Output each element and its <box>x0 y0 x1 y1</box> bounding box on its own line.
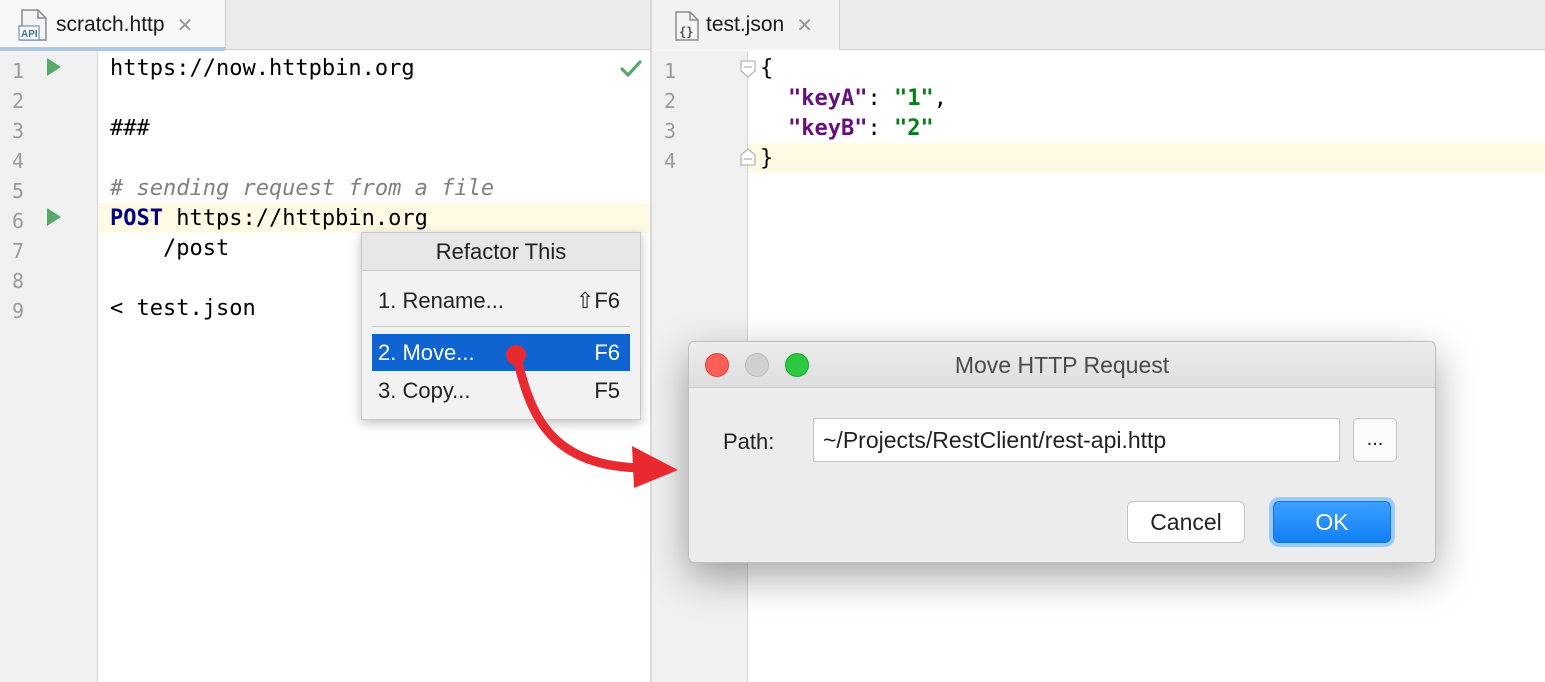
line-number: 7 <box>12 239 25 263</box>
move-http-request-dialog: Move HTTP Request Path: ... Cancel OK <box>688 341 1436 563</box>
dialog-titlebar[interactable]: Move HTTP Request <box>689 342 1435 388</box>
json-brace: { <box>760 56 774 81</box>
json-entry: "keyB": "2" <box>788 116 934 141</box>
json-trail: , <box>933 86 947 111</box>
svg-text:{}: {} <box>679 25 693 39</box>
code-comment: # sending request from a file <box>110 176 495 201</box>
tab-test-json[interactable]: {} test.json ✕ <box>652 0 840 50</box>
code-line: ### <box>110 116 150 141</box>
line-number: 3 <box>664 119 677 143</box>
browse-button[interactable]: ... <box>1353 418 1397 462</box>
menu-separator <box>372 326 630 327</box>
ok-button[interactable]: OK <box>1273 501 1391 543</box>
left-gutter <box>0 51 98 682</box>
current-line-highlight <box>652 143 1545 173</box>
menu-item-label: 2. Move... <box>378 339 475 365</box>
json-value: "1" <box>893 86 934 111</box>
right-tab-bar: {} test.json ✕ <box>652 0 1545 50</box>
line-number: 6 <box>12 209 25 233</box>
line-number: 3 <box>12 119 25 143</box>
close-tab-icon[interactable]: ✕ <box>177 13 194 38</box>
close-tab-icon[interactable]: ✕ <box>796 13 813 38</box>
code-line: https://now.httpbin.org <box>110 56 415 81</box>
left-tab-bar: API scratch.http ✕ <box>0 0 650 51</box>
menu-item-rename[interactable]: 1. Rename... ⇧F6 <box>372 282 630 319</box>
path-input[interactable] <box>813 418 1340 462</box>
run-gutter-icon[interactable] <box>47 208 61 226</box>
line-number: 4 <box>12 149 25 173</box>
code-line: POST https://httpbin.org <box>110 206 428 231</box>
fold-icon[interactable] <box>739 59 757 79</box>
request-url: https://httpbin.org <box>162 206 428 231</box>
json-value: "2" <box>893 116 934 141</box>
line-number: 4 <box>664 149 677 173</box>
line-number: 1 <box>664 59 677 83</box>
json-key: "keyB" <box>788 116 868 141</box>
menu-item-label: 3. Copy... <box>378 377 471 403</box>
json-file-icon: {} <box>675 11 699 41</box>
cancel-button[interactable]: Cancel <box>1127 501 1245 543</box>
http-file-icon: API <box>18 9 47 41</box>
dialog-title: Move HTTP Request <box>954 352 1170 378</box>
path-label: Path: <box>723 429 775 454</box>
tab-label: test.json <box>706 13 785 36</box>
line-number: 1 <box>12 59 25 83</box>
json-entry: "keyA": "1", <box>788 86 947 111</box>
json-brace: } <box>760 146 774 171</box>
run-gutter-icon[interactable] <box>47 58 61 76</box>
red-curved-arrow <box>506 345 678 488</box>
fold-icon[interactable] <box>739 147 757 167</box>
line-number: 8 <box>12 269 25 293</box>
http-method: POST <box>110 206 163 231</box>
code-line: < test.json <box>110 296 256 321</box>
json-key: "keyA" <box>788 86 868 111</box>
line-number: 2 <box>12 89 25 113</box>
line-number: 5 <box>12 179 25 203</box>
tab-scratch-http[interactable]: API scratch.http ✕ <box>0 0 226 51</box>
checkmark-icon <box>620 60 642 77</box>
popup-title: Refactor This <box>362 233 640 271</box>
line-number: 9 <box>12 299 25 323</box>
svg-text:API: API <box>21 29 38 40</box>
json-sep: : <box>867 116 894 141</box>
line-number: 2 <box>664 89 677 113</box>
menu-item-shortcut: ⇧F6 <box>575 287 620 313</box>
code-line: /post <box>110 236 230 261</box>
menu-item-label: 1. Rename... <box>378 287 504 313</box>
tab-label: scratch.http <box>56 13 165 36</box>
json-sep: : <box>867 86 894 111</box>
